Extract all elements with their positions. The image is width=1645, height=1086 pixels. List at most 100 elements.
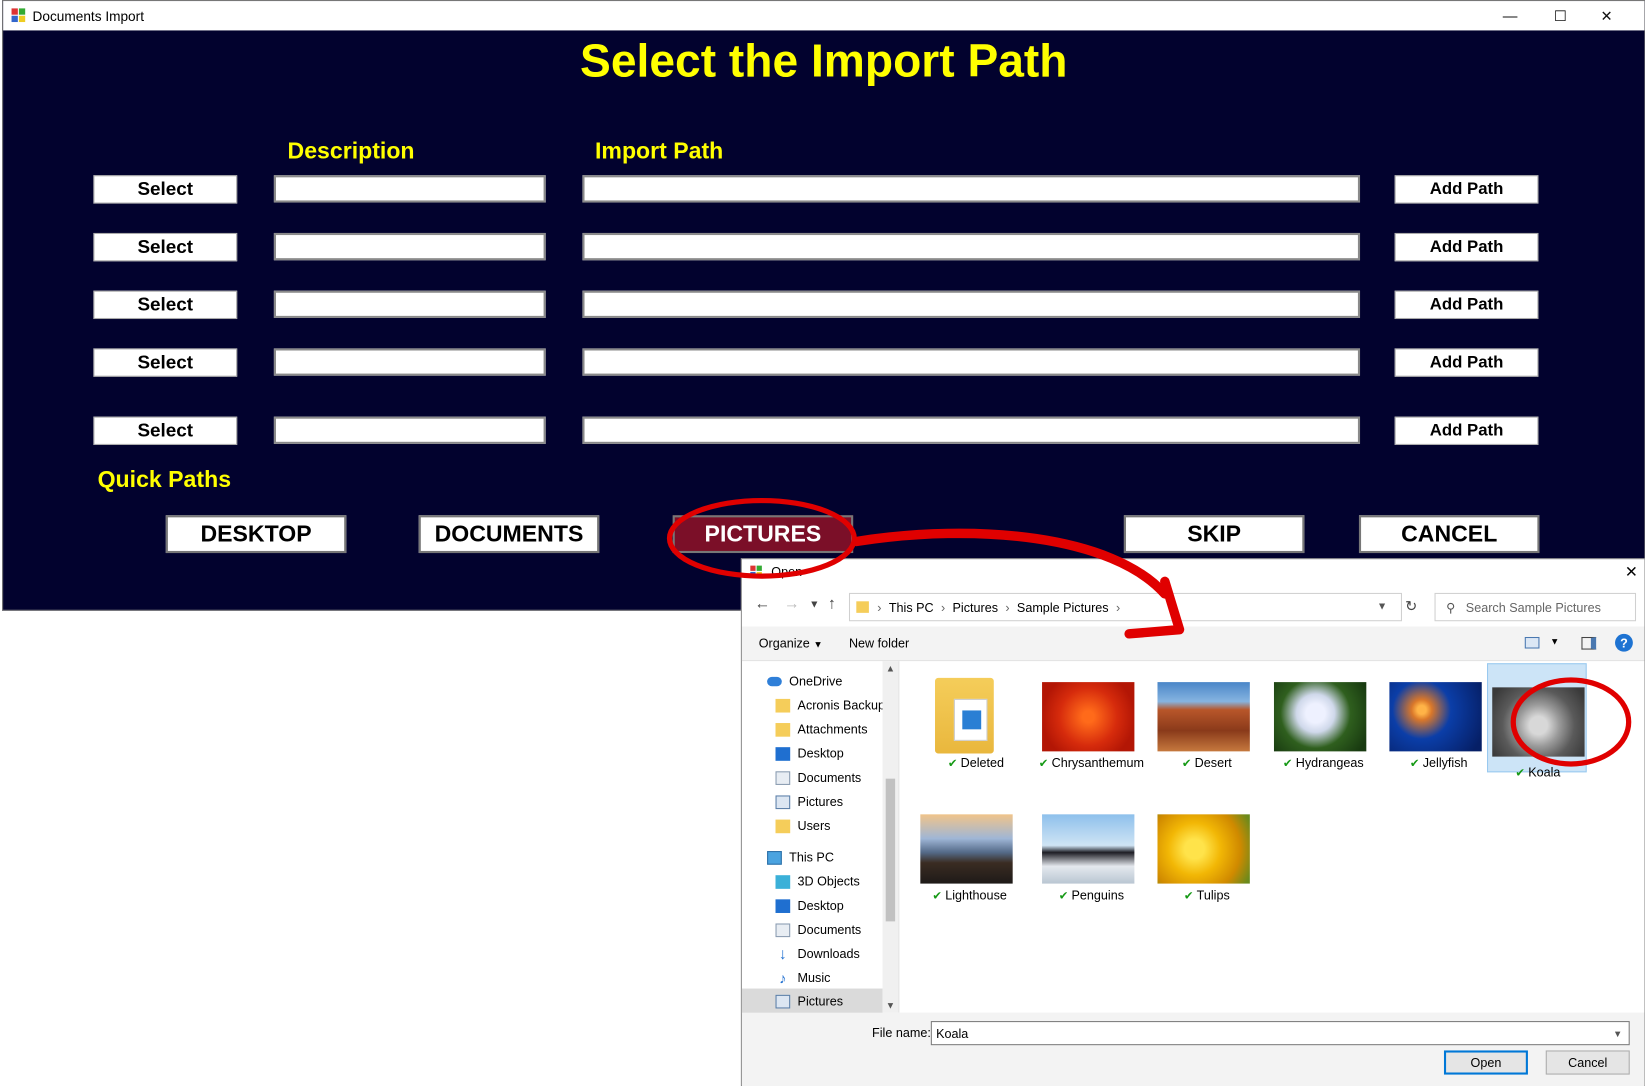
file-name-input[interactable]: Koala ▼ bbox=[930, 1021, 1630, 1046]
tree-item-attachments[interactable]: Attachments bbox=[775, 718, 868, 741]
breadcrumb-separator-icon: › bbox=[1115, 599, 1121, 615]
folder-icon bbox=[775, 819, 791, 833]
select-button-2[interactable]: Select bbox=[93, 232, 238, 262]
address-dropdown-icon[interactable]: ▼ bbox=[1377, 601, 1387, 613]
maximize-icon[interactable]: ☐ bbox=[1537, 1, 1583, 30]
breadcrumb-pictures[interactable]: Pictures bbox=[953, 600, 999, 615]
desktop-icon bbox=[775, 746, 791, 761]
tree-item-pictures-pc[interactable]: Pictures bbox=[741, 988, 883, 1014]
import-path-field-5[interactable] bbox=[582, 416, 1361, 444]
dialog-close-icon[interactable]: ✕ bbox=[1625, 562, 1638, 582]
refresh-icon[interactable]: ↻ bbox=[1405, 597, 1417, 615]
search-input[interactable]: ⚲ Search Sample Pictures bbox=[1434, 592, 1637, 622]
import-path-field-4[interactable] bbox=[582, 348, 1361, 376]
tree-item-onedrive[interactable]: OneDrive bbox=[767, 670, 842, 693]
file-tile-deleted[interactable]: ✔ Deleted bbox=[927, 672, 1028, 790]
sync-check-icon: ✔ bbox=[1282, 757, 1293, 771]
address-bar[interactable]: › This PC › Pictures › Sample Pictures ›… bbox=[848, 592, 1402, 622]
add-path-button-3[interactable]: Add Path bbox=[1394, 290, 1539, 320]
file-tile-tulips[interactable]: ✔ Tulips bbox=[1149, 804, 1250, 922]
add-path-button-5[interactable]: Add Path bbox=[1394, 416, 1539, 445]
tree-item-acronis-backup[interactable]: Acronis Backup bbox=[775, 694, 885, 717]
file-tile-chrysanthemum[interactable]: ✔ Chrysanthemum bbox=[1034, 672, 1144, 790]
navigation-scrollbar[interactable]: ▲ ▼ bbox=[882, 661, 899, 1013]
tree-item-label: Attachments bbox=[797, 721, 868, 737]
import-path-field-2[interactable] bbox=[582, 232, 1361, 261]
close-icon[interactable]: ✕ bbox=[1584, 1, 1630, 30]
forward-arrow-icon[interactable]: → bbox=[784, 595, 800, 613]
chrysanthemum-thumbnail bbox=[1042, 682, 1135, 752]
tree-item-label: Music bbox=[797, 970, 831, 986]
folder-icon bbox=[775, 722, 791, 737]
folder-icon bbox=[856, 601, 869, 613]
scroll-down-icon[interactable]: ▼ bbox=[886, 1000, 895, 1010]
description-field-3[interactable] bbox=[273, 290, 546, 318]
cancel-button[interactable]: CANCEL bbox=[1358, 515, 1540, 554]
select-button-1[interactable]: Select bbox=[93, 175, 238, 204]
tree-item-music[interactable]: ♪ Music bbox=[776, 966, 831, 989]
tree-item-documents[interactable]: Documents bbox=[775, 766, 861, 789]
scrollbar-thumb[interactable] bbox=[885, 778, 896, 922]
help-icon[interactable]: ? bbox=[1615, 633, 1633, 652]
add-path-button-4[interactable]: Add Path bbox=[1394, 348, 1539, 377]
tree-item-desktop[interactable]: Desktop bbox=[775, 742, 844, 765]
file-name-label: Penguins bbox=[1071, 887, 1125, 903]
new-folder-button[interactable]: New folder bbox=[849, 636, 909, 651]
change-view-icon[interactable] bbox=[1524, 636, 1540, 649]
select-button-4[interactable]: Select bbox=[93, 348, 238, 377]
file-caption: ✔ Koala bbox=[1488, 765, 1588, 780]
description-field-5[interactable] bbox=[273, 416, 546, 444]
window-title: Documents Import bbox=[32, 7, 144, 24]
computer-icon bbox=[767, 850, 782, 865]
preview-pane-icon[interactable] bbox=[1581, 636, 1597, 650]
screenshot-stage: Documents Import — ☐ ✕ Select the Import… bbox=[0, 0, 1645, 1086]
desert-thumbnail bbox=[1157, 682, 1250, 752]
file-tile-jellyfish[interactable]: ✔ Jellyfish bbox=[1381, 672, 1482, 790]
tree-item-this-pc[interactable]: This PC bbox=[767, 846, 834, 869]
recent-locations-chevron-icon[interactable]: ▼ bbox=[809, 599, 819, 611]
tree-item-desktop-pc[interactable]: Desktop bbox=[775, 894, 844, 917]
file-name-label: Koala bbox=[1528, 765, 1561, 780]
sync-check-icon: ✔ bbox=[1409, 757, 1420, 771]
up-arrow-icon[interactable]: ↑ bbox=[828, 595, 836, 613]
file-tile-lighthouse[interactable]: ✔ Lighthouse bbox=[912, 804, 1013, 922]
minimize-icon[interactable]: — bbox=[1487, 1, 1533, 30]
breadcrumb-this-pc[interactable]: This PC bbox=[889, 600, 934, 615]
organize-menu[interactable]: Organize ▼ bbox=[759, 636, 823, 651]
add-path-button-2[interactable]: Add Path bbox=[1394, 232, 1539, 262]
scroll-up-icon[interactable]: ▲ bbox=[886, 663, 895, 673]
import-path-field-3[interactable] bbox=[582, 290, 1361, 318]
description-field-4[interactable] bbox=[273, 348, 546, 376]
back-arrow-icon[interactable]: ← bbox=[755, 595, 771, 613]
view-dropdown-icon[interactable]: ▼ bbox=[1550, 636, 1559, 646]
tree-item-3d-objects[interactable]: 3D Objects bbox=[775, 870, 860, 893]
file-tile-koala[interactable]: ✔ Koala bbox=[1486, 663, 1587, 780]
dialog-cancel-button[interactable]: Cancel bbox=[1545, 1050, 1630, 1075]
select-button-5[interactable]: Select bbox=[93, 416, 238, 445]
pictures-quick-button[interactable]: PICTURES bbox=[672, 515, 854, 554]
file-name-label: File name: bbox=[872, 1025, 931, 1040]
tree-item-pictures[interactable]: Pictures bbox=[775, 790, 843, 813]
desktop-quick-button[interactable]: DESKTOP bbox=[165, 515, 347, 554]
skip-button[interactable]: SKIP bbox=[1123, 515, 1305, 554]
file-name-dropdown-icon[interactable]: ▼ bbox=[1613, 1028, 1622, 1038]
file-tile-desert[interactable]: ✔ Desert bbox=[1149, 672, 1250, 790]
tree-item-documents-pc[interactable]: Documents bbox=[775, 918, 861, 941]
lighthouse-thumbnail bbox=[920, 814, 1013, 884]
organize-dropdown-icon: ▼ bbox=[813, 639, 823, 650]
select-button-3[interactable]: Select bbox=[93, 290, 238, 320]
file-tile-hydrangeas[interactable]: ✔ Hydrangeas bbox=[1266, 672, 1367, 790]
koala-thumbnail bbox=[1492, 687, 1585, 757]
import-path-field-1[interactable] bbox=[582, 175, 1361, 203]
description-field-1[interactable] bbox=[273, 175, 546, 203]
open-button[interactable]: Open bbox=[1443, 1050, 1528, 1075]
file-tile-penguins[interactable]: ✔ Penguins bbox=[1034, 804, 1135, 922]
documents-quick-button[interactable]: DOCUMENTS bbox=[418, 515, 600, 554]
tree-item-users[interactable]: Users bbox=[775, 814, 830, 837]
app-icon bbox=[11, 8, 27, 23]
dialog-titlebar: Open ✕ bbox=[741, 559, 1645, 585]
tree-item-downloads[interactable]: ↓ Downloads bbox=[776, 942, 860, 965]
description-field-2[interactable] bbox=[273, 232, 546, 261]
breadcrumb-sample-pictures[interactable]: Sample Pictures bbox=[1017, 600, 1109, 615]
add-path-button-1[interactable]: Add Path bbox=[1394, 175, 1539, 204]
